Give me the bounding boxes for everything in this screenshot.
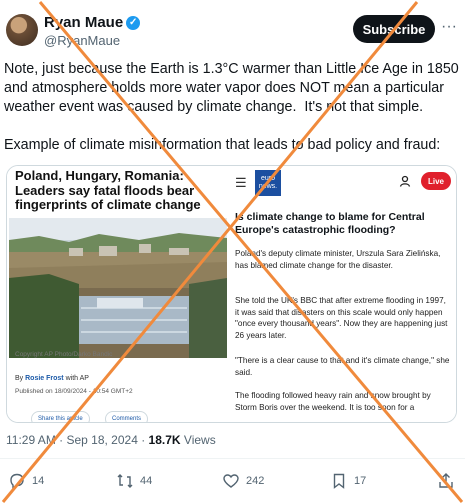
share-article-button: Share this article xyxy=(31,411,90,422)
reply-icon xyxy=(8,472,26,490)
article-byline: By Rosie Frost with AP xyxy=(15,375,89,382)
article-question: Is climate change to blame for Central E… xyxy=(235,211,425,236)
euronews-logo: euro news. xyxy=(255,170,281,196)
repost-count: 44 xyxy=(140,475,153,487)
bookmark-icon xyxy=(330,472,348,490)
author-handle[interactable]: @RyanMaue xyxy=(44,33,120,48)
article-published-date: Published on 18/09/2024 - 10:54 GMT+2 xyxy=(15,388,133,395)
bookmark-button[interactable]: 17 xyxy=(330,472,366,490)
author-name-row[interactable]: Ryan Maue ✓ xyxy=(44,14,141,31)
photo-credit: Copyright AP Photo/Darko Bandic xyxy=(15,351,113,358)
article-paragraph: She told the UK's BBC that after extreme… xyxy=(235,296,448,340)
tweet-text: Note, just because the Earth is 1.3°C wa… xyxy=(4,61,459,153)
author-name[interactable]: Ryan Maue xyxy=(44,14,123,31)
tweet-timestamp[interactable]: 11:29 AM · Sep 18, 2024 · 18.7K Views xyxy=(6,433,216,447)
byline-author: Rosie Frost xyxy=(25,375,64,382)
bookmark-count: 17 xyxy=(354,475,367,487)
views-label: Views xyxy=(180,433,216,447)
article-paragraph: Poland's deputy climate minister, Urszul… xyxy=(235,249,441,270)
tweet-media-image[interactable]: Poland, Hungary, Romania: Leaders say fa… xyxy=(6,165,457,423)
menu-icon: ☰ xyxy=(235,175,247,190)
share-button[interactable] xyxy=(437,472,455,490)
article-paragraph: The flooding followed heavy rain and sno… xyxy=(235,391,431,412)
article-paragraph: "There is a clear cause to that and it's… xyxy=(235,356,450,377)
reply-count: 14 xyxy=(32,475,45,487)
heart-icon xyxy=(222,472,240,490)
euronews-logo-text: euro news. xyxy=(258,175,278,190)
repost-button[interactable]: 44 xyxy=(116,472,152,490)
tweet-time[interactable]: 11:29 AM · Sep 18, 2024 · xyxy=(6,433,149,447)
user-icon xyxy=(399,175,411,190)
live-badge: Live xyxy=(421,172,451,190)
share-icon xyxy=(437,472,455,490)
avatar[interactable] xyxy=(6,14,38,46)
more-options-icon[interactable]: ··· xyxy=(441,18,457,36)
repost-icon xyxy=(116,472,134,490)
article-left-panel: Poland, Hungary, Romania: Leaders say fa… xyxy=(7,166,231,422)
article-headline: Poland, Hungary, Romania: Leaders say fa… xyxy=(15,168,201,212)
like-count: 242 xyxy=(246,475,265,487)
comments-button: Comments xyxy=(105,411,149,422)
byline-suffix: with AP xyxy=(65,375,89,382)
byline-prefix: By xyxy=(15,375,24,382)
divider xyxy=(0,458,465,459)
reply-button[interactable]: 14 xyxy=(8,472,44,490)
subscribe-button[interactable]: Subscribe xyxy=(353,15,435,43)
flood-photo: ‹ › xyxy=(9,218,227,358)
article-right-panel: ☰ euro news. Live Is climate change to b… xyxy=(231,166,456,422)
like-button[interactable]: 242 xyxy=(222,472,264,490)
verified-badge-icon: ✓ xyxy=(126,15,141,30)
views-count: 18.7K xyxy=(148,433,181,447)
